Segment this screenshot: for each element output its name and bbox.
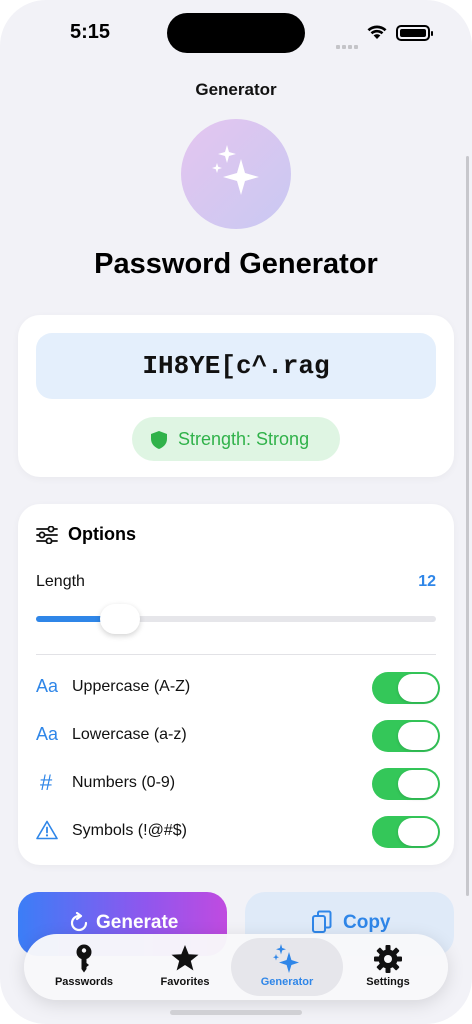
home-indicator — [170, 1010, 302, 1015]
tab-label: Favorites — [160, 976, 210, 988]
password-card: IH8YE[c^.rag Strength: Strong — [18, 315, 454, 477]
toggle-row-lowercase: Aa Lowercase (a-z) — [36, 716, 440, 756]
shield-icon — [151, 431, 167, 449]
sliders-icon — [36, 526, 58, 544]
length-label: Length — [36, 573, 85, 590]
uppercase-toggle[interactable] — [372, 672, 440, 704]
password-text[interactable]: IH8YE[c^.rag — [36, 333, 436, 399]
generator-hero-badge — [181, 119, 291, 229]
tab-label: Generator — [260, 976, 314, 988]
numbers-toggle[interactable] — [372, 768, 440, 800]
cellular-signal-icon — [336, 36, 360, 54]
gear-icon — [374, 945, 402, 973]
strength-label: Strength: Strong — [178, 429, 310, 449]
tab-favorites[interactable]: Favorites — [132, 934, 238, 1000]
warning-triangle-icon — [36, 820, 62, 844]
length-slider-thumb[interactable] — [100, 604, 140, 634]
password-display[interactable]: IH8YE[c^.rag — [36, 333, 436, 399]
scrollbar[interactable] — [466, 156, 469, 896]
tab-settings[interactable]: Settings — [335, 934, 441, 1000]
toggle-row-numbers: # Numbers (0-9) — [36, 764, 440, 804]
number-sign-icon: # — [40, 770, 53, 795]
tab-label: Settings — [366, 976, 410, 988]
toggle-row-symbols: Symbols (!@#$) — [36, 812, 440, 852]
wifi-icon — [366, 23, 388, 45]
toggle-label: Uppercase (A-Z) — [72, 678, 191, 695]
tab-passwords[interactable]: Passwords — [31, 934, 137, 1000]
options-card: Options Length 12 Aa Uppercase (A-Z) Aa … — [18, 504, 454, 865]
length-slider[interactable] — [36, 604, 436, 634]
copy-icon — [312, 910, 332, 933]
symbols-toggle[interactable] — [372, 816, 440, 848]
status-bar: 5:15 — [0, 0, 472, 64]
tab-label: Passwords — [54, 976, 114, 988]
refresh-icon — [70, 912, 88, 932]
options-divider — [36, 654, 436, 655]
lowercase-icon: Aa — [36, 724, 59, 744]
generate-label: Generate — [96, 912, 179, 933]
sparkles-icon — [212, 145, 259, 195]
toggle-label: Symbols (!@#$) — [72, 822, 187, 839]
key-icon — [76, 944, 92, 973]
nav-title: Generator — [195, 80, 277, 99]
page-title: Password Generator — [94, 248, 378, 280]
copy-label: Copy — [343, 912, 391, 933]
uppercase-icon: Aa — [36, 676, 59, 696]
phone-screen: 5:15 Generator Password Generator IH8YE[… — [0, 0, 472, 1024]
battery-icon — [396, 25, 433, 41]
status-time: 5:15 — [70, 21, 111, 43]
length-value: 12 — [418, 573, 436, 590]
strength-badge: Strength: Strong — [132, 417, 340, 461]
options-title: Options — [68, 524, 136, 544]
tab-generator[interactable]: Generator — [234, 934, 340, 1000]
sparkles-icon — [273, 944, 299, 973]
toggle-label: Numbers (0-9) — [72, 774, 176, 791]
lowercase-toggle[interactable] — [372, 720, 440, 752]
dynamic-island — [167, 13, 305, 53]
toggle-row-uppercase: Aa Uppercase (A-Z) — [36, 668, 440, 708]
tab-bar: Passwords Favorites Generator Settings — [24, 934, 448, 1000]
star-icon — [171, 945, 199, 971]
toggle-label: Lowercase (a-z) — [72, 726, 187, 743]
